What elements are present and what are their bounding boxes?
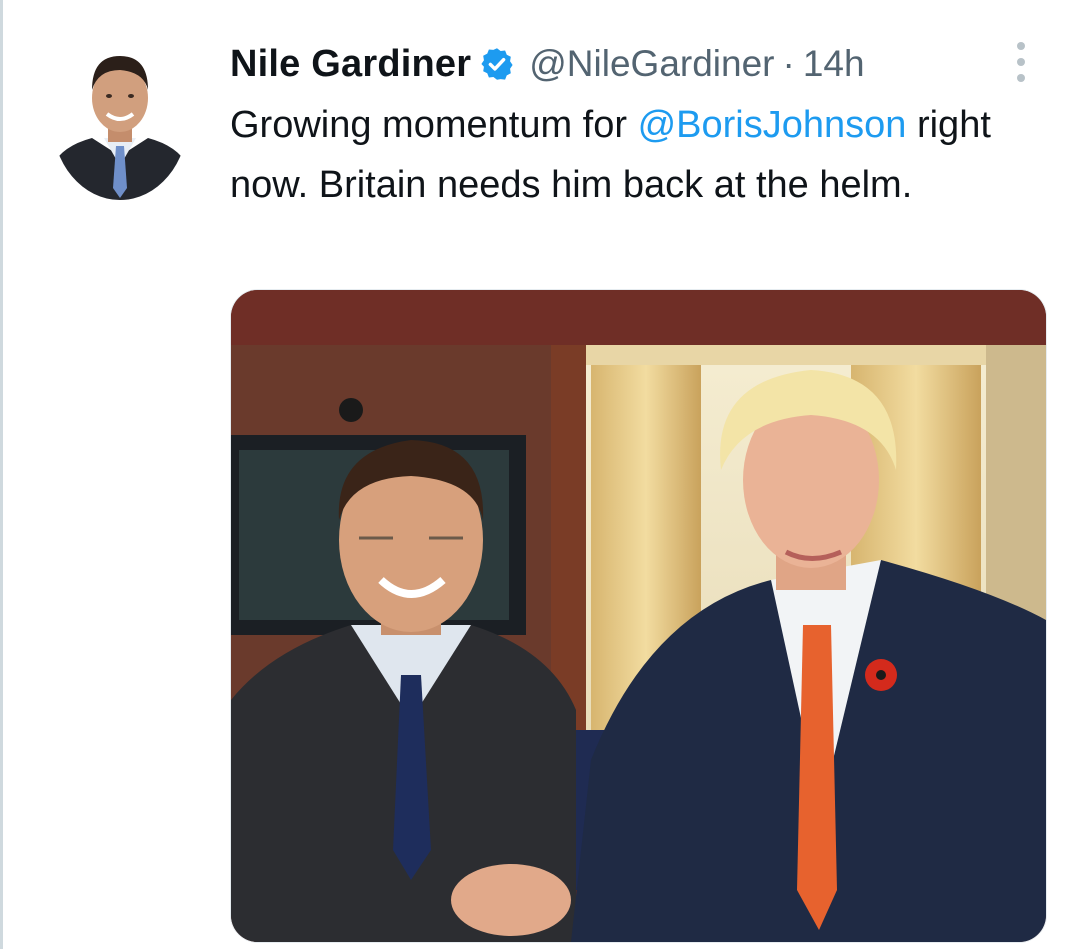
thread-divider <box>0 0 3 949</box>
author-name[interactable]: Nile Gardiner <box>230 43 471 86</box>
mention-link[interactable]: @BorisJohnson <box>638 104 907 146</box>
tweet-header: Nile Gardiner @NileGardiner · 14h <box>230 36 865 92</box>
tweet-text: Growing momentum for @BorisJohnson right… <box>230 95 1050 215</box>
tweet-text-intro: Growing momentum for <box>230 104 638 146</box>
verified-badge-icon <box>481 48 513 80</box>
cropped-previous-content <box>130 0 460 4</box>
more-options-icon[interactable] <box>1008 38 1034 86</box>
photo-handshake-illustration <box>231 290 1046 942</box>
tweet-timestamp[interactable]: 14h <box>803 43 865 85</box>
separator-dot: · <box>782 43 795 84</box>
tweet-photo[interactable] <box>230 289 1047 943</box>
author-avatar[interactable] <box>52 38 188 200</box>
author-handle[interactable]: @NileGardiner <box>529 43 774 85</box>
